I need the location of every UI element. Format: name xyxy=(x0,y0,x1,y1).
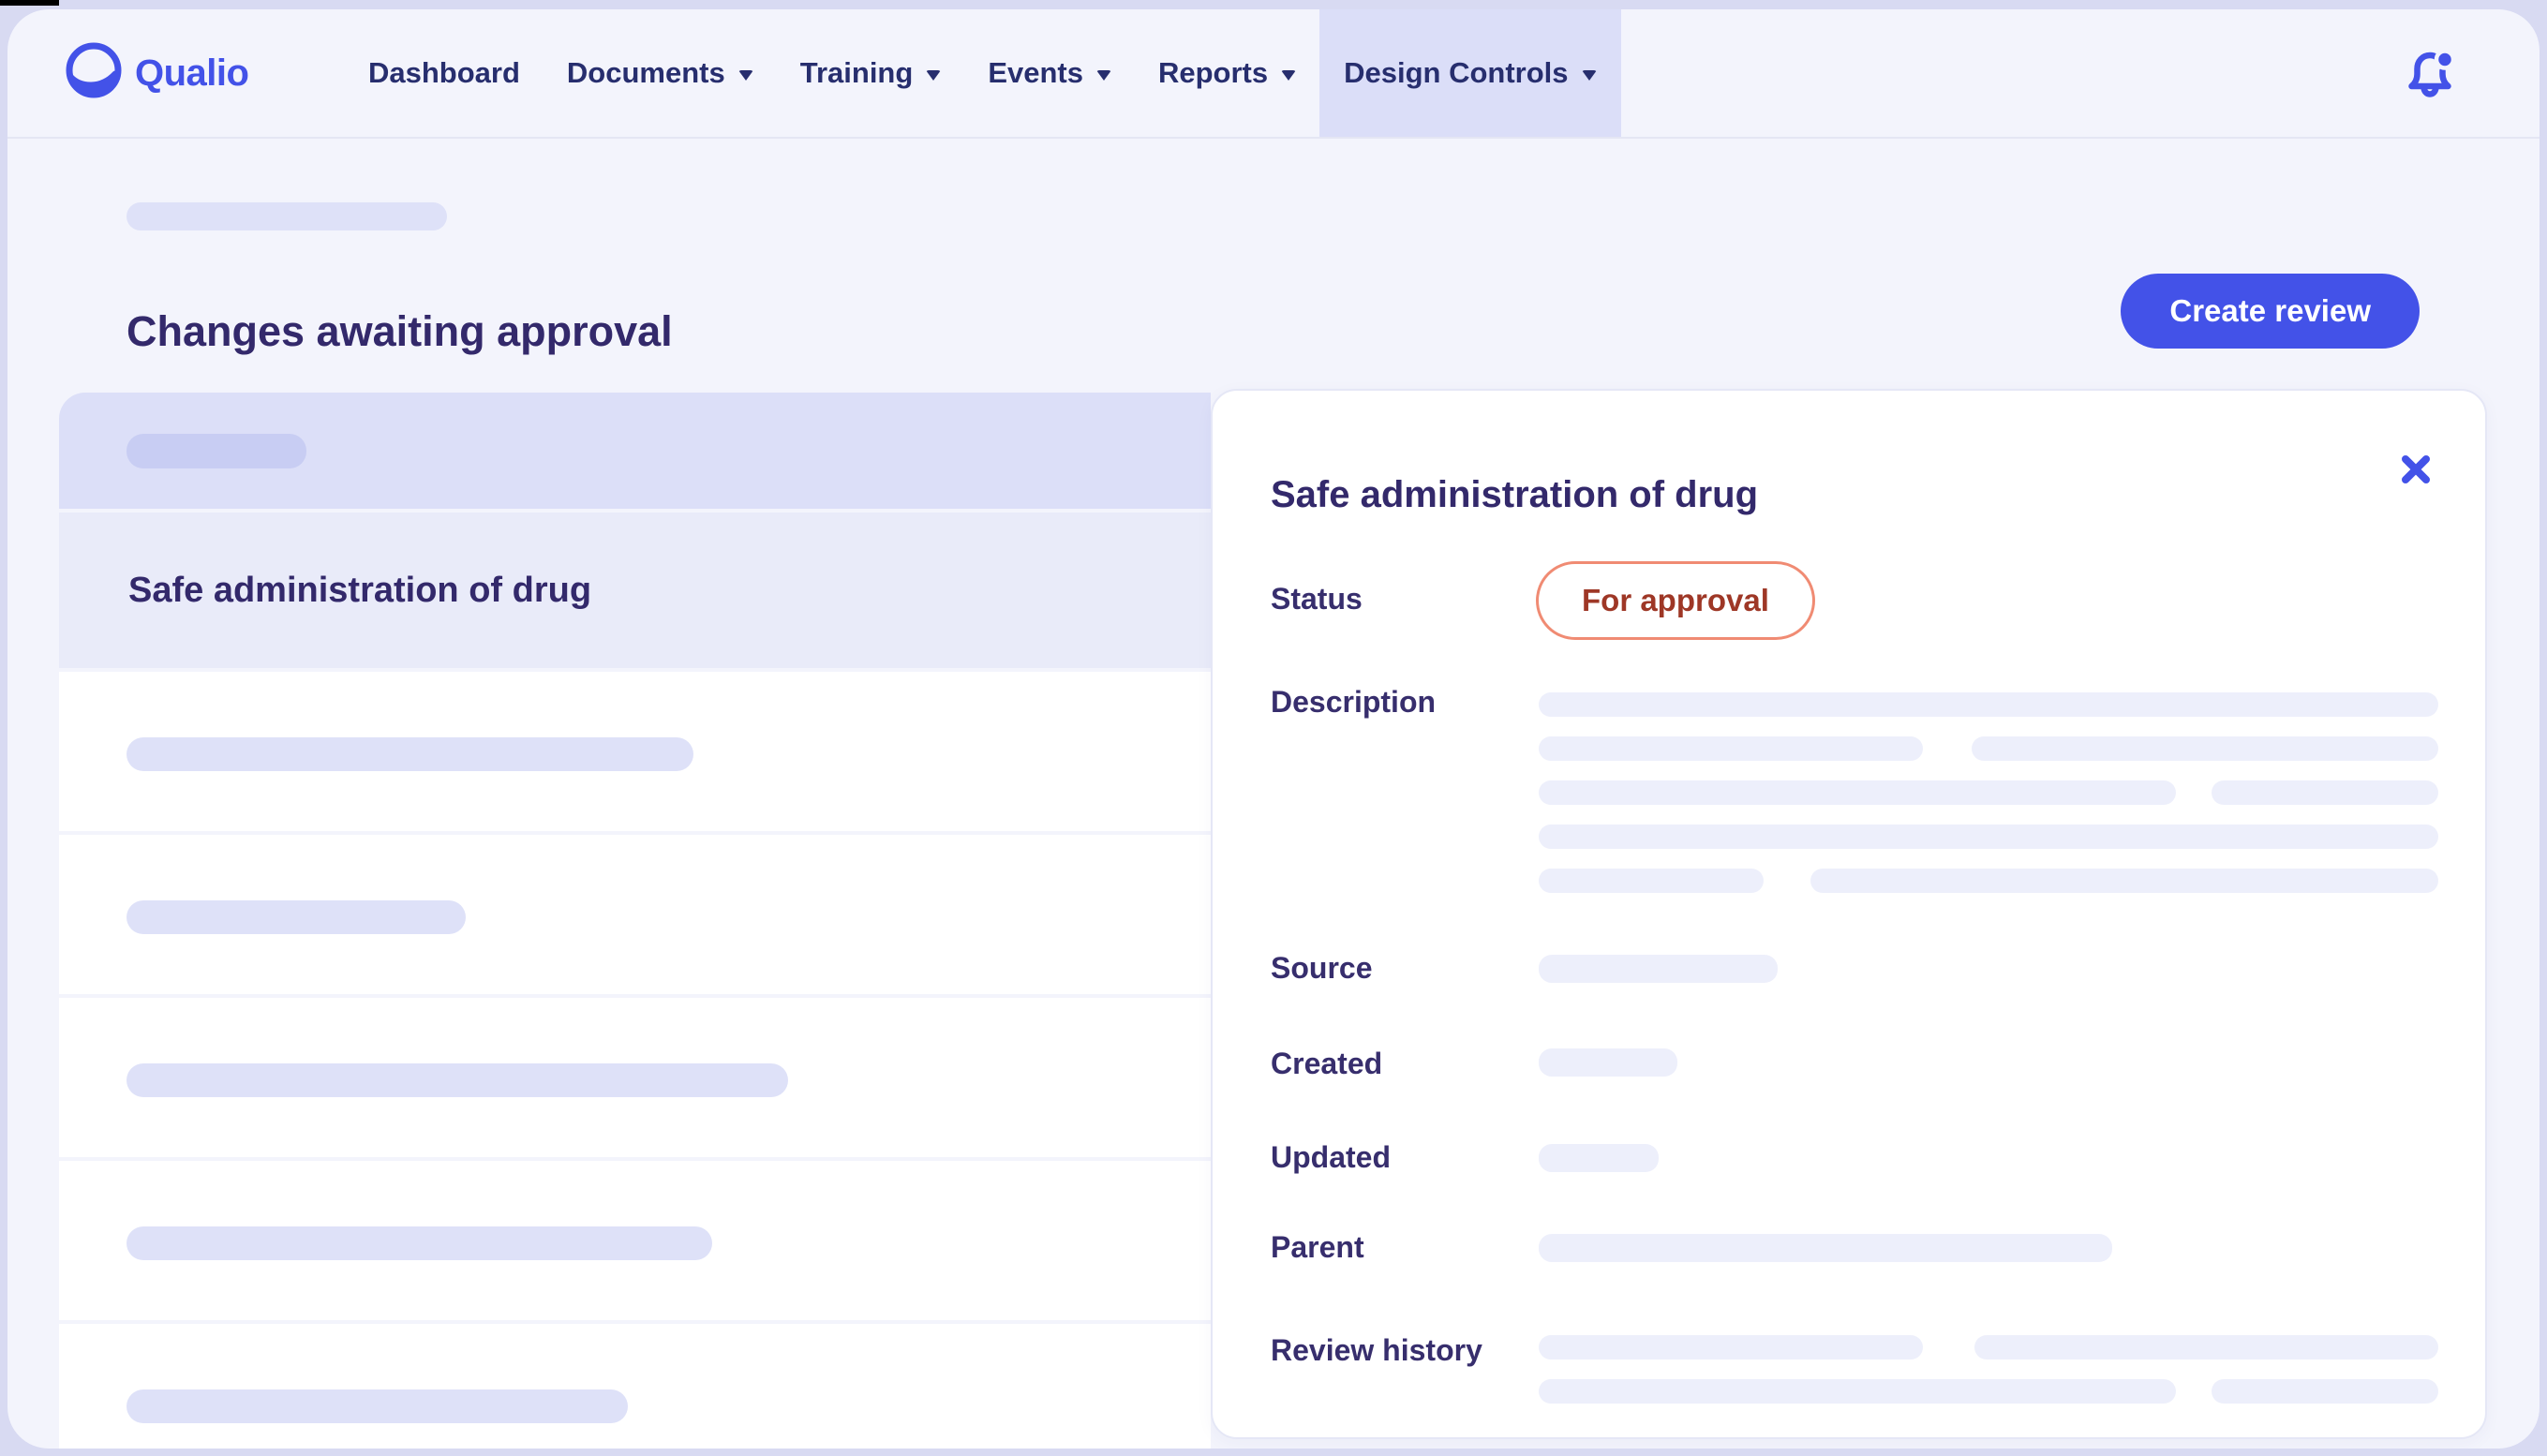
list-item[interactable] xyxy=(59,835,1211,994)
chevron-down-icon xyxy=(1096,70,1111,81)
field-label-description: Description xyxy=(1271,685,1436,720)
list-item-selected[interactable]: Safe administration of drug xyxy=(59,513,1211,668)
skeleton-pill xyxy=(127,434,306,468)
skeleton-pill xyxy=(1539,825,2438,849)
skeleton-pill xyxy=(1972,736,2438,761)
close-icon xyxy=(2397,451,2435,488)
chevron-down-icon xyxy=(926,70,941,81)
skeleton-pill xyxy=(1539,736,1923,761)
skeleton-pill xyxy=(2212,1379,2438,1404)
nav-item-design-controls[interactable]: Design Controls xyxy=(1319,9,1620,137)
close-button[interactable] xyxy=(2395,449,2436,490)
window-corner-notch xyxy=(0,0,59,6)
chevron-down-icon xyxy=(1582,70,1597,81)
field-label-created: Created xyxy=(1271,1047,1382,1081)
list-item[interactable] xyxy=(59,672,1211,831)
nav-item-label: Training xyxy=(800,56,914,90)
nav-item-label: Reports xyxy=(1158,56,1268,90)
skeleton-pill xyxy=(127,1063,788,1097)
skeleton-pill xyxy=(1539,1379,2176,1404)
skeleton-pill xyxy=(1974,1335,2438,1359)
qualio-logo-icon xyxy=(62,39,124,107)
skeleton-pill xyxy=(1539,1144,1659,1172)
skeleton-pill xyxy=(1539,1335,1923,1359)
nav-item-label: Design Controls xyxy=(1344,56,1568,90)
skeleton-pill xyxy=(1539,780,2176,805)
skeleton-pill xyxy=(1539,1048,1677,1077)
detail-title: Safe administration of drug xyxy=(1271,474,1758,516)
nav-item-label: Documents xyxy=(567,56,725,90)
app-window: Qualio Dashboard Documents Training Even… xyxy=(7,9,2540,1449)
nav-items: Dashboard Documents Training Events Repo… xyxy=(345,9,1621,137)
app-root: Qualio Dashboard Documents Training Even… xyxy=(0,0,2547,1456)
nav-item-documents[interactable]: Documents xyxy=(544,9,777,137)
breadcrumb-skeleton xyxy=(127,202,447,230)
nav-item-reports[interactable]: Reports xyxy=(1135,9,1319,137)
list-item[interactable] xyxy=(59,998,1211,1157)
skeleton-pill xyxy=(127,1226,712,1260)
chevron-down-icon xyxy=(738,70,753,81)
list-item-title: Safe administration of drug xyxy=(128,571,591,611)
nav-item-dashboard[interactable]: Dashboard xyxy=(345,9,544,137)
list-item[interactable] xyxy=(59,1324,1211,1449)
changes-list: Safe administration of drug xyxy=(59,393,1211,1449)
nav-item-label: Dashboard xyxy=(368,56,520,90)
list-item[interactable] xyxy=(59,1161,1211,1320)
list-item-skeleton-selected[interactable] xyxy=(59,393,1211,509)
skeleton-pill xyxy=(1539,869,1764,893)
status-badge: For approval xyxy=(1536,561,1815,640)
field-label-status: Status xyxy=(1271,582,1363,617)
skeleton-pill xyxy=(1539,692,2438,717)
skeleton-pill xyxy=(127,1389,628,1423)
detail-panel: Safe administration of drug Status For a… xyxy=(1211,389,2487,1439)
skeleton-pill xyxy=(1539,1234,2112,1262)
nav-item-training[interactable]: Training xyxy=(777,9,965,137)
page-title: Changes awaiting approval xyxy=(127,307,673,356)
notifications-button[interactable] xyxy=(2403,45,2459,107)
bell-icon xyxy=(2403,45,2459,107)
brand-logo[interactable]: Qualio xyxy=(62,9,248,137)
skeleton-pill xyxy=(127,737,693,771)
skeleton-pill xyxy=(1810,869,2438,893)
nav-item-events[interactable]: Events xyxy=(964,9,1135,137)
field-label-review-history: Review history xyxy=(1271,1333,1482,1368)
create-review-button[interactable]: Create review xyxy=(2121,274,2420,349)
skeleton-pill xyxy=(2212,780,2438,805)
brand-name: Qualio xyxy=(135,52,248,95)
skeleton-pill xyxy=(127,900,466,934)
top-navigation: Qualio Dashboard Documents Training Even… xyxy=(7,9,2540,139)
nav-item-label: Events xyxy=(988,56,1083,90)
field-label-updated: Updated xyxy=(1271,1140,1391,1175)
field-label-source: Source xyxy=(1271,951,1372,986)
skeleton-pill xyxy=(1539,955,1778,983)
field-label-parent: Parent xyxy=(1271,1230,1364,1265)
chevron-down-icon xyxy=(1281,70,1296,81)
